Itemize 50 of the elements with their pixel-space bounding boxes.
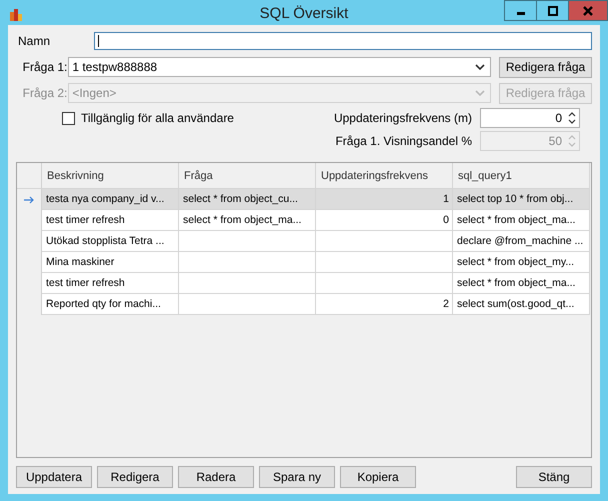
chevron-down-icon	[475, 64, 486, 70]
table-cell: test timer refresh	[42, 210, 179, 231]
table-cell: select * from object_ma...	[453, 210, 590, 231]
spinner-label: Fråga 1. Visningsandel %	[335, 134, 472, 148]
table-cell: Utökad stopplista Tetra ...	[42, 231, 179, 252]
table-cell: select * from object_cu...	[179, 189, 316, 210]
minimize-icon	[516, 12, 524, 15]
name-label: Namn	[17, 34, 50, 48]
action-button[interactable]: Uppdatera	[16, 466, 92, 488]
maximize-icon	[546, 4, 558, 16]
checkbox-label: Tillgänglig för alla användare	[81, 111, 234, 125]
close-dialog-button[interactable]: Stäng	[516, 466, 592, 488]
table-cell: select * from object_my...	[453, 252, 590, 273]
checkbox[interactable]	[62, 112, 75, 124]
table-cell: Mina maskiner	[42, 252, 179, 273]
table-cell: declare @from_machine ...	[453, 231, 590, 252]
bar-chart-icon	[8, 6, 24, 22]
minimize-button[interactable]	[504, 0, 537, 21]
table-cell: Reported qty for machi...	[42, 294, 179, 315]
chevron-down-icon	[475, 90, 486, 96]
table-cell: 2	[316, 294, 453, 315]
action-button[interactable]: Radera	[178, 466, 254, 488]
up-down-arrows-icon	[568, 134, 576, 148]
maximize-button[interactable]	[536, 0, 569, 21]
action-button[interactable]: Spara ny	[259, 466, 335, 488]
close-icon	[582, 4, 594, 16]
query-label: Fråga 1:	[22, 60, 68, 74]
table-cell: select * from object_ma...	[179, 210, 316, 231]
column-header[interactable]: sql_query1	[453, 163, 590, 189]
table-cell: select * from object_ma...	[453, 273, 590, 294]
action-button[interactable]: Redigera	[97, 466, 173, 488]
table-cell: testa nya company_id v...	[42, 189, 179, 210]
column-header[interactable]: Uppdateringsfrekvens	[316, 163, 453, 189]
up-down-arrows-icon	[568, 111, 576, 125]
table-cell: test timer refresh	[42, 273, 179, 294]
action-button[interactable]: Kopiera	[340, 466, 416, 488]
table-cell: 1	[316, 189, 453, 210]
table-cell: 0	[316, 210, 453, 231]
query-label: Fråga 2:	[22, 86, 68, 100]
spinner-label: Uppdateringsfrekvens (m)	[334, 111, 472, 125]
table-cell: select sum(ost.good_qt...	[453, 294, 590, 315]
number-spinner[interactable]: 0	[480, 108, 580, 128]
close-button[interactable]	[568, 0, 608, 21]
table-cell: select top 10 * from obj...	[453, 189, 590, 210]
column-header[interactable]: Fråga	[179, 163, 316, 189]
name-field[interactable]	[94, 32, 592, 50]
query-dropdown[interactable]: 1 testpw888888	[68, 57, 492, 77]
window-title: SQL Översikt	[260, 4, 348, 22]
edit-query-button[interactable]: Redigera fråga	[499, 56, 592, 78]
column-header[interactable]: Beskrivning	[42, 163, 179, 189]
